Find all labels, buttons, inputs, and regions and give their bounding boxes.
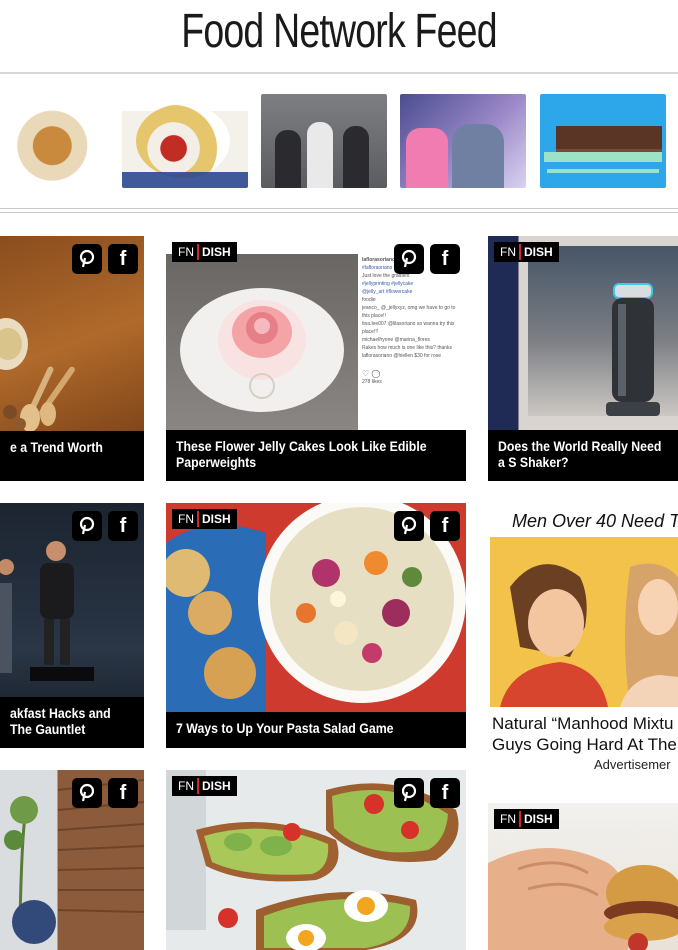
jelly-cake-illustration	[180, 288, 344, 412]
fn-dish-badge: FN DISH	[172, 242, 237, 262]
ad-headline: Men Over 40 Need T	[512, 511, 678, 531]
pinterest-icon[interactable]	[394, 778, 424, 808]
thumbnail-judges-panel[interactable]	[400, 94, 526, 188]
card-terrace[interactable]: f	[0, 770, 144, 950]
facebook-icon[interactable]: f	[108, 778, 138, 808]
divider	[0, 212, 678, 213]
card-caption: Does the World Really Need a S Shaker?	[488, 430, 678, 481]
card-salt-shaker[interactable]: FN DISH Does the World Really Need a S Sh…	[488, 236, 678, 481]
card-burger[interactable]: FN DISH	[488, 803, 678, 950]
pinterest-icon[interactable]	[72, 511, 102, 541]
share-buttons: f	[72, 244, 138, 274]
thumbnail-spaghetti-plate[interactable]	[122, 94, 248, 188]
share-buttons: f	[394, 778, 460, 808]
share-buttons: f	[72, 778, 138, 808]
instagram-post: laflorasoriano #lafloraoriano Just love …	[362, 257, 456, 385]
pinterest-icon[interactable]	[394, 511, 424, 541]
card-caption: akfast Hacks and The Gauntlet	[0, 697, 144, 748]
card-caption: e a Trend Worth	[0, 431, 144, 481]
card-caption: 7 Ways to Up Your Pasta Salad Game	[166, 712, 466, 748]
fn-dish-badge: FN DISH	[494, 809, 559, 829]
thumbnail-chicken-plate[interactable]	[0, 94, 109, 188]
card-flower-jelly[interactable]: laflorasoriano #lafloraoriano Just love …	[166, 236, 466, 481]
fn-dish-badge: FN DISH	[172, 776, 237, 796]
pinterest-icon[interactable]	[72, 244, 102, 274]
advertisement[interactable]: Men Over 40 Need T Natural “Manhood Mixt…	[490, 505, 678, 775]
page-header: Food Network Feed	[0, 0, 678, 74]
share-buttons: f	[394, 244, 460, 274]
card-breakfast[interactable]: f akfast Hacks and The Gauntlet	[0, 503, 144, 748]
card-pasta[interactable]: FN DISH f 7 Ways to Up Your Pasta Salad G…	[166, 503, 466, 748]
ad-couple-illustration	[490, 537, 678, 707]
thumbnail-chefs-group[interactable]	[261, 94, 387, 188]
card-avocado-toast[interactable]: FN DISH f	[166, 770, 466, 950]
pinterest-icon[interactable]	[72, 778, 102, 808]
thumbnail-brownie-cake[interactable]	[540, 94, 666, 188]
salt-shaker-illustration	[606, 283, 660, 416]
facebook-icon[interactable]: f	[430, 244, 460, 274]
card-caption: These Flower Jelly Cakes Look Like Edibl…	[166, 430, 466, 481]
facebook-icon[interactable]: f	[108, 244, 138, 274]
facebook-icon[interactable]: f	[108, 511, 138, 541]
pinterest-icon[interactable]	[394, 244, 424, 274]
facebook-icon[interactable]: f	[430, 778, 460, 808]
share-buttons: f	[394, 511, 460, 541]
card-trend[interactable]: f e a Trend Worth	[0, 236, 144, 481]
ad-label: Advertisemer	[594, 757, 671, 772]
fn-dish-badge: FN DISH	[172, 509, 237, 529]
fn-dish-badge: FN DISH	[494, 242, 559, 262]
ad-image	[490, 537, 678, 707]
facebook-icon[interactable]: f	[430, 511, 460, 541]
divider	[0, 208, 678, 209]
share-buttons: f	[72, 511, 138, 541]
ad-body: Natural “Manhood Mixtu Guys Going Hard A…	[492, 714, 677, 754]
page-title: Food Network Feed	[181, 5, 497, 58]
